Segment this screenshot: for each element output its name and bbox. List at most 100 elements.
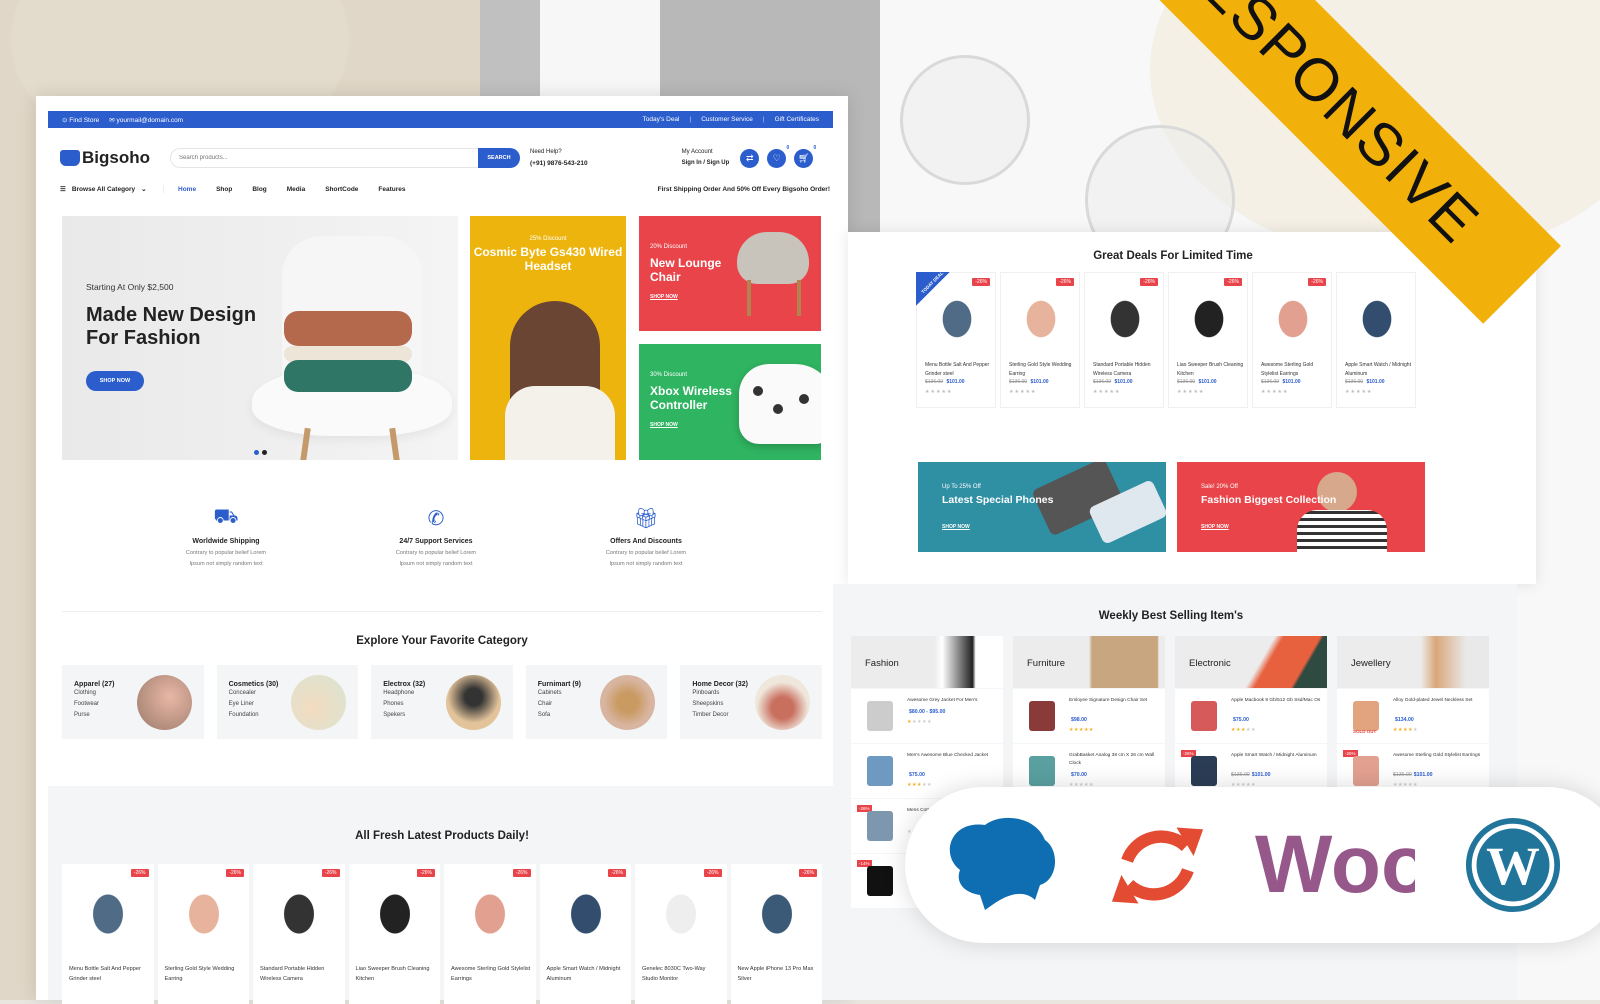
todays-deal-link[interactable]: Today's Deal: [642, 116, 679, 123]
product-name[interactable]: New Apple iPhone 13 Pro Max Silver: [738, 964, 818, 984]
wishlist-button[interactable]: ♡ 0: [767, 145, 789, 168]
gift-certificates-link[interactable]: Gift Certificates: [775, 116, 819, 123]
product-name[interactable]: Apple Smart Watch / Midnight Aluminum: [1231, 752, 1321, 760]
deal-card[interactable]: Apple Smart Watch / Midnight Aluminum $1…: [1336, 272, 1416, 408]
price: $101.00: [1251, 772, 1271, 778]
latest-products-list: -26% Menu Bottle Salt And Pepper Grinder…: [62, 864, 822, 1004]
product-name[interactable]: Apple Smart Watch / Midnight Aluminum: [1345, 361, 1415, 379]
product-name[interactable]: Menu Bottle Salt And Pepper Grinder stee…: [925, 361, 995, 379]
hero-shop-now-button[interactable]: SHOP NOW: [86, 371, 144, 391]
site-logo[interactable]: Bigsoho: [60, 148, 170, 168]
price: $101.00: [946, 379, 965, 385]
promo-banner-headset[interactable]: 25% Discount Cosmic Byte Gs430 Wired Hea…: [470, 216, 626, 460]
shop-now-link[interactable]: SHOP NOW: [650, 422, 678, 428]
deal-card[interactable]: -26% Awesome Sterling Gold Stylelist Ear…: [1252, 272, 1332, 408]
weekly-item[interactable]: Apple Macbook 8 Gb/512 Gb Ssd/Mac Os $75…: [1175, 689, 1327, 743]
product-name[interactable]: Menu Bottle Salt And Pepper Grinder stee…: [69, 964, 149, 984]
email-link[interactable]: ✉ yourmail@domain.com: [109, 116, 183, 124]
search-button[interactable]: SEARCH: [478, 148, 520, 168]
product-card[interactable]: -26% New Apple iPhone 13 Pro Max Silver: [730, 864, 822, 1004]
weekly-column-header[interactable]: Electronic: [1175, 636, 1327, 688]
nav-media[interactable]: Media: [287, 186, 305, 193]
compare-button[interactable]: ⇄: [740, 148, 760, 168]
product-name[interactable]: Apple Macbook 8 Gb/512 Gb Ssd/Mac Os: [1231, 697, 1321, 705]
product-card[interactable]: -26% Liao Sweeper Brush Cleaning Kitchen: [348, 864, 440, 1004]
site-header: Bigsoho SEARCH Need Help? (+91) 9876-543…: [60, 142, 830, 174]
product-card[interactable]: -26% Apple Smart Watch / Midnight Alumin…: [539, 864, 631, 1004]
category-card-furnimart[interactable]: Furnimart (9) Cabinets Chair Sofa: [525, 665, 668, 739]
weekly-column-header[interactable]: Jewellery: [1337, 636, 1489, 688]
category-card-electrox[interactable]: Electrox (32) Headphone Phones Spekers: [371, 665, 513, 739]
deal-card[interactable]: -26% Standard Portable Hidden Wireless C…: [1084, 272, 1164, 408]
promo-banner-xbox[interactable]: 30% Discount Xbox Wireless Controller SH…: [639, 344, 821, 460]
product-name[interactable]: Awesome Sterling Gold Stylelist Earrings: [1261, 361, 1331, 379]
product-card[interactable]: -26% Menu Bottle Salt And Pepper Grinder…: [62, 864, 154, 1004]
browse-category-dropdown[interactable]: ☰ Browse All Category ⌄: [60, 185, 164, 193]
shop-now-link[interactable]: SHOP NOW: [942, 524, 970, 530]
product-name[interactable]: Liao Sweeper Brush Cleaning Kitchen: [1177, 361, 1247, 379]
find-store-link[interactable]: ⊙ Find Store: [62, 116, 99, 124]
promo-banner-chair[interactable]: 20% Discount New Lounge Chair SHOP NOW: [639, 216, 821, 331]
hero-subtitle: Starting At Only $2,500: [86, 282, 174, 292]
product-name[interactable]: Standard Portable Hidden Wireless Camera: [1093, 361, 1163, 379]
product-name[interactable]: GrabBasket Analog 38 cm X 26 cm Wall Clo…: [1069, 752, 1159, 768]
nav-features[interactable]: Features: [378, 186, 405, 193]
product-name[interactable]: Alloy Gold-plated Jewel Neckless Set: [1393, 697, 1483, 705]
product-name[interactable]: Genelec 8030C Two-Way Studio Monitor: [642, 964, 722, 984]
account-menu[interactable]: My Account Sign In / Sign Up: [682, 147, 730, 169]
product-name[interactable]: Men's Awesome Blue Checked Jacket: [907, 752, 997, 760]
price: $101.00: [1282, 379, 1301, 385]
weekly-column-header[interactable]: Fashion: [851, 636, 1003, 688]
category-card-home-decor[interactable]: Home Decor (32) Pinboards Sheepskins Timbe…: [680, 665, 822, 739]
banner-fashion[interactable]: Sale! 20% Off Fashion Biggest Collection…: [1177, 462, 1425, 552]
product-image: [371, 884, 418, 944]
product-name[interactable]: Awesome Sterling Gold Stylelist Earrings: [1393, 752, 1483, 760]
nav-shop[interactable]: Shop: [216, 186, 232, 193]
category-image: [754, 675, 810, 730]
product-card[interactable]: -26% Genelec 8030C Two-Way Studio Monito…: [635, 864, 727, 1004]
product-name[interactable]: Sterling Gold Style Wedding Earring: [1009, 361, 1079, 379]
nav-blog[interactable]: Blog: [252, 186, 266, 193]
product-name[interactable]: Apple Smart Watch / Midnight Aluminum: [547, 964, 627, 984]
banner-phones[interactable]: Up To 25% Off Latest Special Phones SHOP…: [918, 462, 1166, 552]
help-phone[interactable]: (+91) 9876-543-210: [530, 160, 588, 167]
deal-card[interactable]: -26% Liao Sweeper Brush Cleaning Kitchen…: [1168, 272, 1248, 408]
weekly-column-header[interactable]: Furniture: [1013, 636, 1165, 688]
customer-service-link[interactable]: Customer Service: [701, 116, 753, 123]
weekly-item[interactable]: SOLD OUT Alloy Gold-plated Jewel Neckles…: [1337, 689, 1489, 743]
svg-text:Woo: Woo: [1255, 820, 1415, 910]
weekly-item[interactable]: Emloyee Signature Design Chair Set $98.0…: [1013, 689, 1165, 743]
shop-now-link[interactable]: SHOP NOW: [1201, 524, 1229, 530]
product-thumbnail: [867, 811, 893, 841]
product-image: [1103, 291, 1147, 347]
product-name[interactable]: Liao Sweeper Brush Cleaning Kitchen: [356, 964, 436, 984]
shop-now-link[interactable]: SHOP NOW: [650, 294, 678, 300]
nav-shortcode[interactable]: ShortCode: [325, 186, 358, 193]
map-pin-icon: ⊙: [62, 116, 68, 124]
weekly-item[interactable]: Awesome Grey Jacket For Men's $80.00 - $…: [851, 689, 1003, 743]
product-card[interactable]: -26% Sterling Gold Style Wedding Earring: [157, 864, 249, 1004]
product-name[interactable]: Standard Portable Hidden Wireless Camera: [260, 964, 340, 984]
category-card-apparel[interactable]: Apparel (27) Clothing Footwear Purse: [62, 665, 204, 739]
discount-badge: -26%: [130, 869, 149, 877]
product-image: [658, 884, 704, 944]
slider-dot-2[interactable]: [262, 450, 267, 455]
product-name[interactable]: Emloyee Signature Design Chair Set: [1069, 697, 1159, 705]
product-name[interactable]: Awesome Sterling Gold Stylelist Earrings: [451, 964, 531, 984]
category-card-cosmetics[interactable]: Cosmetics (30) Concealer Eye Liner Foundat…: [216, 665, 359, 739]
deal-card[interactable]: -26% Sterling Gold Style Wedding Earring…: [1000, 272, 1080, 408]
discount-badge: -26%: [1308, 278, 1326, 286]
price: $101.00: [1413, 772, 1433, 778]
sign-in-link[interactable]: Sign In / Sign Up: [682, 160, 730, 166]
discount-badge: -26%: [972, 278, 990, 286]
hero-title: Made New Design For Fashion: [86, 304, 257, 349]
nav-home[interactable]: Home: [178, 186, 196, 193]
search-input[interactable]: [170, 148, 478, 168]
price: $98.00: [1071, 717, 1087, 723]
cart-button[interactable]: 🛒︎ 0: [794, 145, 816, 168]
product-card[interactable]: -26% Awesome Sterling Gold Stylelist Ear…: [444, 864, 536, 1004]
product-name[interactable]: Awesome Grey Jacket For Men's: [907, 697, 997, 705]
product-card[interactable]: -26% Standard Portable Hidden Wireless C…: [253, 864, 345, 1004]
slider-dot-1[interactable]: [254, 450, 259, 455]
product-name[interactable]: Sterling Gold Style Wedding Earring: [165, 964, 245, 984]
